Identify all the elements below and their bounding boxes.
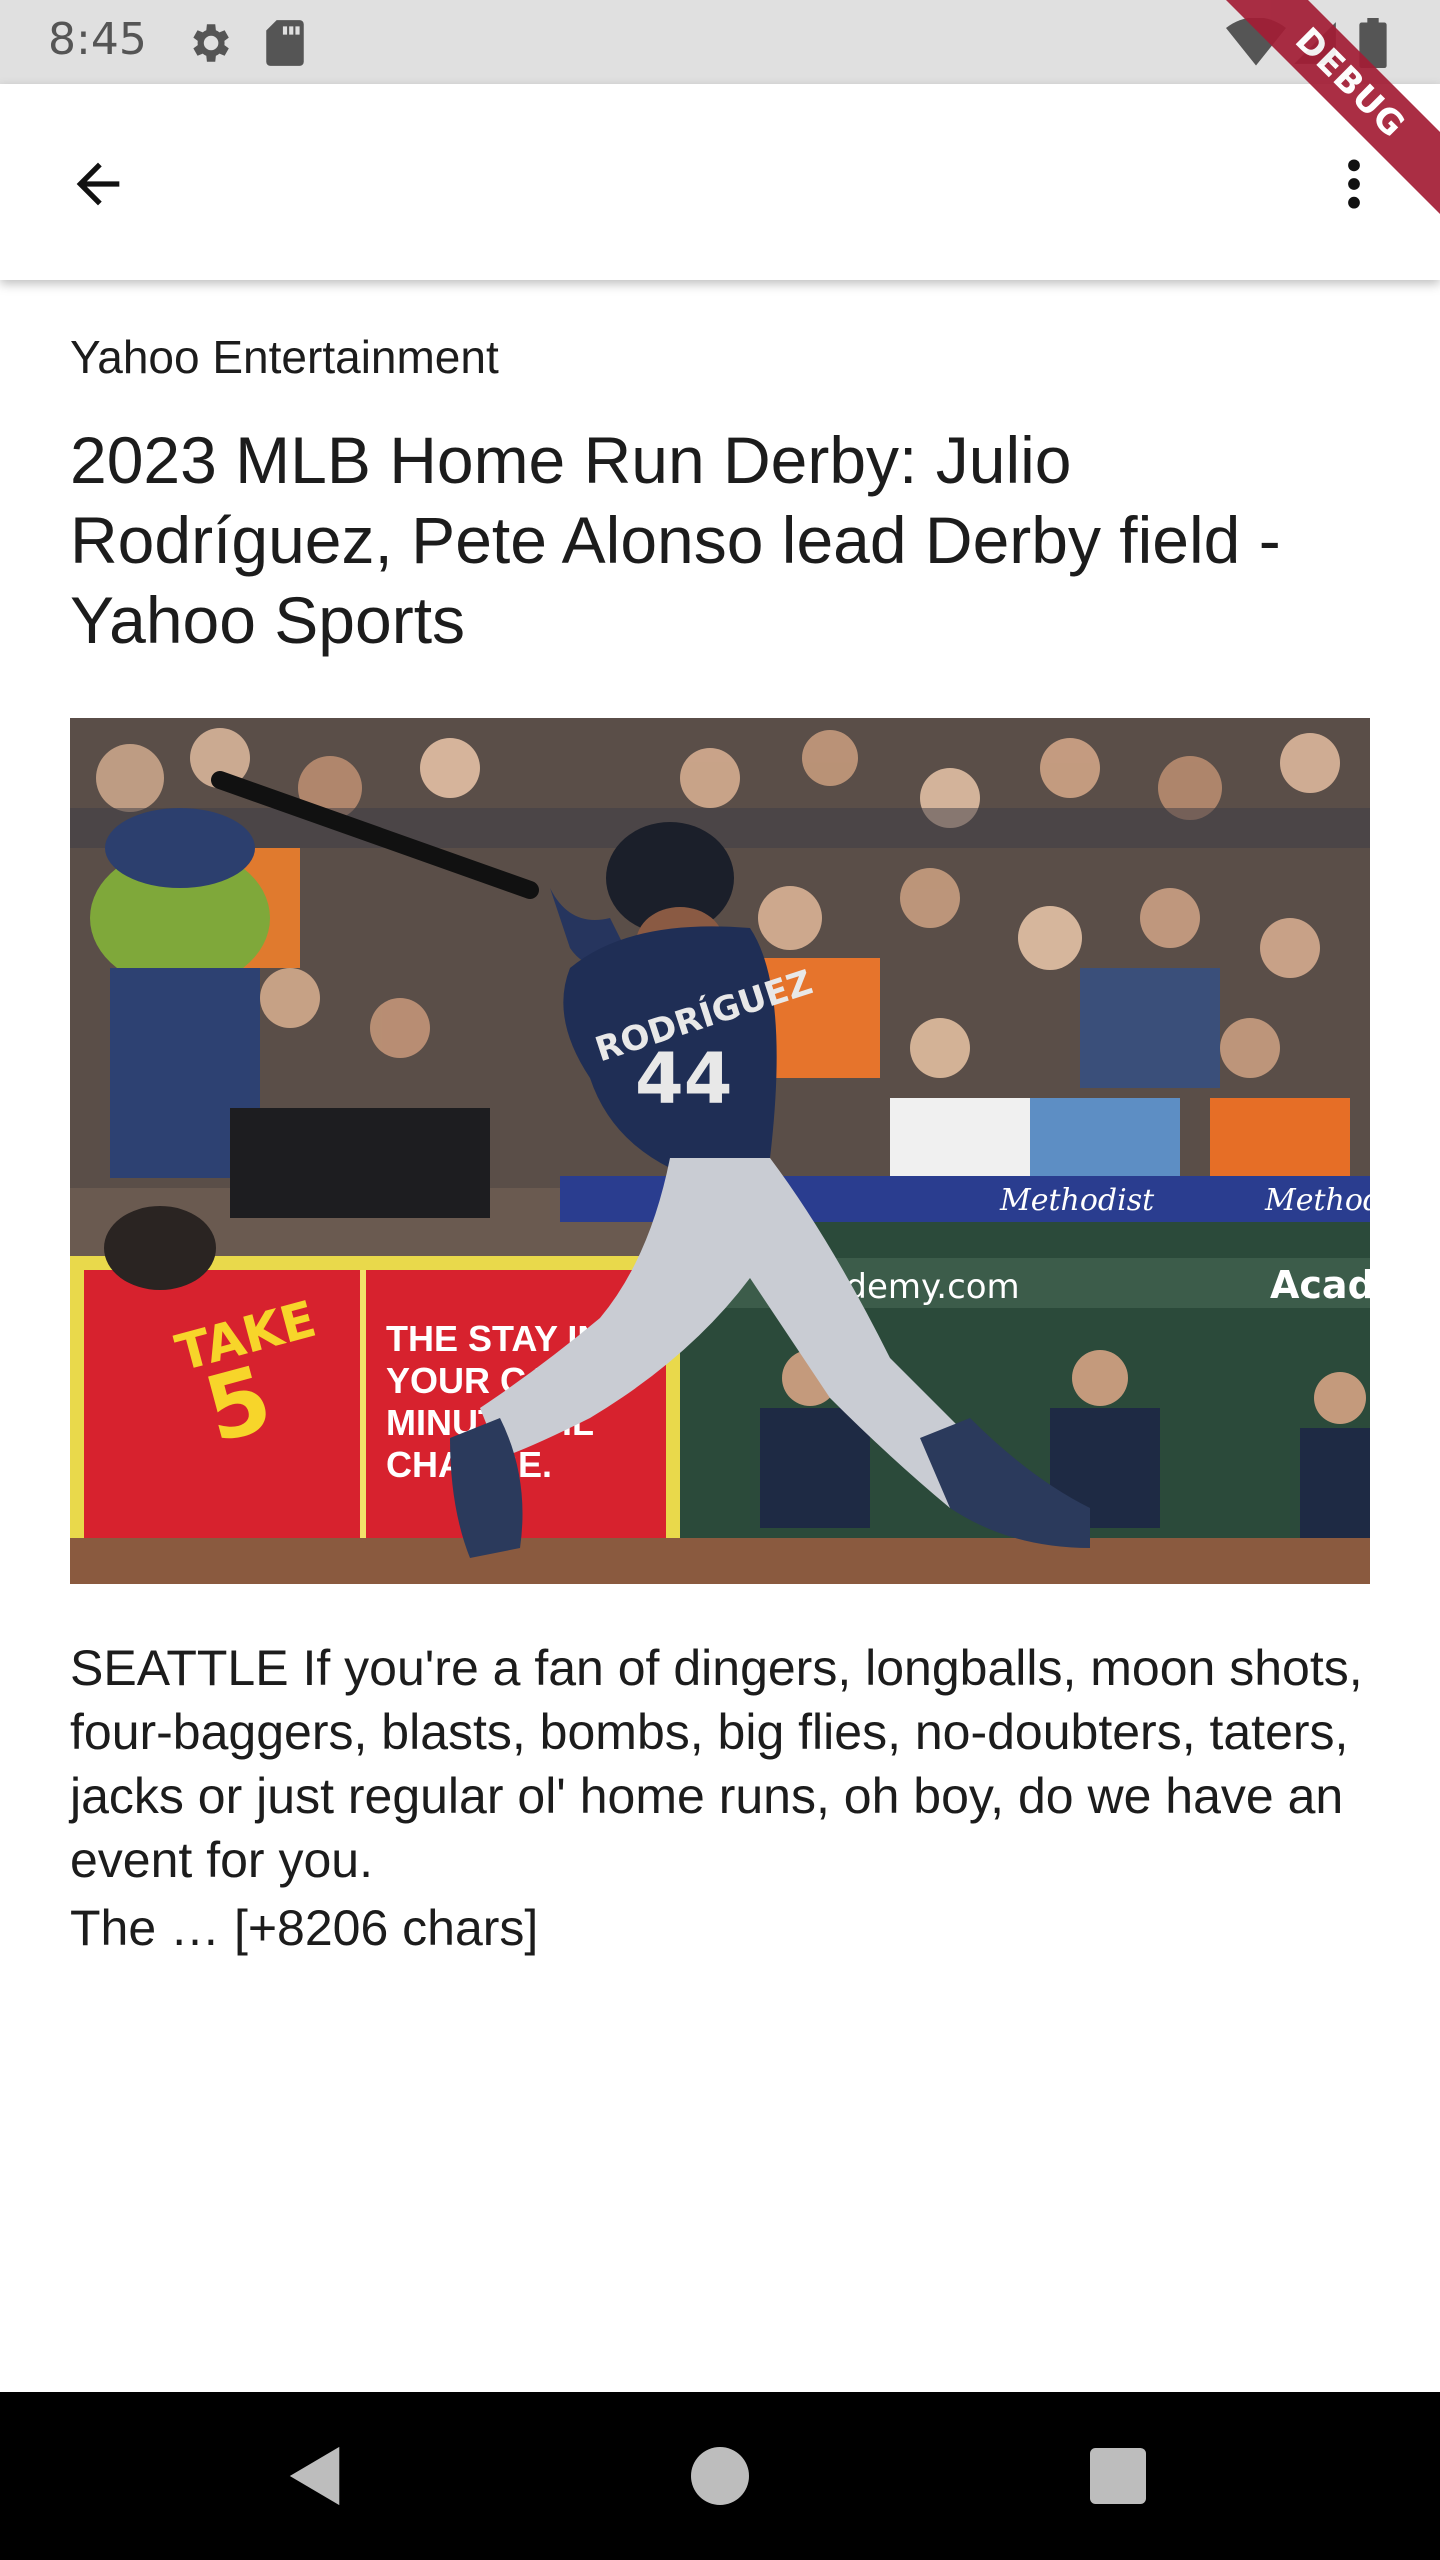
article-source: Yahoo Entertainment: [70, 331, 499, 383]
arrow-back-icon: [76, 162, 120, 206]
jersey-number: 44: [635, 1038, 732, 1120]
nav-home-button[interactable]: [670, 2426, 770, 2526]
nav-recents-icon: [1090, 2448, 1146, 2504]
debug-label: DEBUG: [1220, 0, 1440, 217]
rail-banner-text: Methodist: [999, 1183, 1155, 1218]
nav-recents-button[interactable]: [1068, 2426, 1168, 2526]
status-time: 8:45: [48, 14, 147, 65]
article-image: Methodist Methodis academy.com Acade TAK…: [70, 718, 1370, 1584]
nav-back-button[interactable]: [266, 2426, 366, 2526]
nav-back-icon: [289, 2446, 340, 2506]
ad-banner-right-text: Acade: [1270, 1263, 1370, 1307]
article-title: 2023 MLB Home Run Derby: Julio Rodríguez…: [70, 423, 1281, 657]
gear-icon: [184, 18, 234, 73]
debug-ribbon: DEBUG: [1220, 0, 1440, 220]
sd-card-icon: [262, 18, 308, 73]
back-button[interactable]: [50, 136, 146, 232]
article-description: SEATTLE If you're a fan of dingers, long…: [70, 1640, 1363, 1888]
system-nav-bar: [0, 2392, 1440, 2560]
nav-home-icon: [691, 2447, 749, 2505]
svg-text:Methodis: Methodis: [1264, 1183, 1370, 1218]
article-content-tail: The … [+8206 chars]: [70, 1900, 539, 1956]
